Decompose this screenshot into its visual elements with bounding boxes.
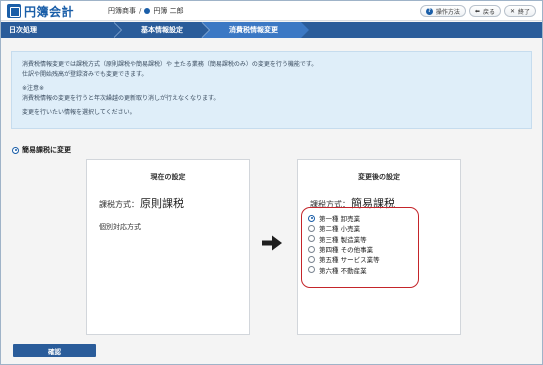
change-option-simplified[interactable]: 簡易課税に変更	[12, 145, 71, 155]
tax-method-value: 原則課税	[140, 197, 184, 210]
business-type-option[interactable]: 第三種 製造業等	[308, 234, 418, 244]
step-basic-settings[interactable]: 基本情報設定	[113, 22, 210, 38]
info-message-box: 消費税情報変更では課税方式（原則課税や簡易課税）や 主たる業務（簡易課税のみ）の…	[11, 51, 532, 129]
change-option-label: 簡易課税に変更	[22, 146, 71, 154]
step-chevron	[301, 22, 309, 38]
radio-button[interactable]	[308, 245, 315, 253]
step-navigation: 日次処理 基本情報設定 消費税情報変更	[1, 22, 542, 38]
step-consumption-tax-change: 消費税情報変更	[201, 22, 309, 38]
back-button-label: 戻る	[482, 8, 495, 16]
breadcrumb: 円簿商事 / 円簿 二郎	[108, 6, 184, 16]
info-line: 変更を行いたい情報を選択してください。	[22, 109, 136, 116]
option-label: 第五種 サービス業等	[319, 256, 380, 265]
back-button[interactable]: ⬅ 戻る	[468, 5, 501, 17]
option-label: 第四種 その他事業	[319, 246, 374, 255]
radio-button[interactable]	[308, 266, 315, 274]
step-chevron	[201, 22, 209, 38]
user-icon	[144, 8, 151, 14]
business-type-option[interactable]: 第五種 サービス業等	[308, 254, 418, 264]
exit-button[interactable]: ✕ 終了	[503, 5, 536, 17]
panel-title: 変更後の設定	[358, 173, 400, 181]
business-type-options: 第一種 卸売業 第二種 小売業 第三種 製造業等 第四種 その他事業 第五種 サ…	[301, 207, 419, 288]
close-icon: ✕	[509, 7, 515, 15]
step-chevron	[113, 22, 121, 38]
info-line: 消費税情報の変更を行うと年次繰越の更新取り消しが行えなくなります。	[22, 94, 220, 102]
step-daily-processing[interactable]: 日次処理	[1, 22, 122, 38]
business-type-option[interactable]: 第四種 その他事業	[308, 244, 418, 254]
app-logo: 円簿会計	[7, 4, 75, 19]
step-label: 消費税情報変更	[229, 26, 278, 34]
business-type-option[interactable]: 第六種 不動産業	[308, 264, 418, 275]
radio-button-selected[interactable]	[308, 214, 315, 222]
radio-button[interactable]	[308, 255, 315, 263]
info-line: 消費税情報変更では課税方式（原則課税や簡易課税）や 主たる業務（簡易課税のみ）の…	[22, 61, 318, 68]
radio-button[interactable]	[308, 224, 315, 232]
option-label: 第六種 不動産業	[319, 266, 367, 275]
help-button[interactable]: ? 操作方法	[419, 5, 466, 17]
business-type-option[interactable]: 第一種 卸売業	[308, 213, 418, 223]
info-warning-heading: ※注意※	[22, 85, 45, 92]
back-arrow-icon: ⬅	[474, 7, 480, 15]
current-settings-panel: 現在の設定 課税方式： 原則課税 個別対応方式	[86, 159, 250, 335]
business-type-option[interactable]: 第二種 小売業	[308, 223, 418, 233]
app-window: 円簿会計 円簿商事 / 円簿 二郎 ? 操作方法 ⬅ 戻る ✕ 終了 日次処理	[0, 0, 543, 365]
info-line: 仕訳や開始残高が登録済みでも変更できます。	[22, 70, 148, 78]
panel-title: 現在の設定	[150, 173, 186, 181]
current-tax-method: 課税方式： 原則課税	[99, 195, 184, 211]
logo-text: 円簿会計	[24, 4, 75, 19]
option-label: 第一種 卸売業	[319, 215, 361, 224]
tax-method-label: 課税方式：	[99, 200, 139, 209]
logo-icon	[7, 4, 21, 18]
confirm-button[interactable]: 確認	[13, 344, 96, 357]
breadcrumb-office: 円簿商事	[108, 7, 136, 15]
deduction-method: 個別対応方式	[99, 223, 141, 231]
breadcrumb-user: 円簿 二郎	[153, 7, 184, 15]
option-label: 第三種 製造業等	[319, 235, 367, 244]
help-button-label: 操作方法	[435, 8, 460, 16]
radio-button[interactable]	[308, 235, 315, 243]
step-label: 日次処理	[9, 26, 37, 34]
breadcrumb-separator: /	[139, 7, 142, 15]
help-icon: ?	[425, 7, 433, 15]
step-label: 基本情報設定	[141, 26, 183, 34]
top-button-group: ? 操作方法 ⬅ 戻る ✕ 終了	[419, 5, 536, 17]
top-header: 円簿会計 円簿商事 / 円簿 二郎 ? 操作方法 ⬅ 戻る ✕ 終了	[1, 1, 542, 21]
option-label: 第二種 小売業	[319, 225, 361, 234]
right-arrow-icon	[262, 235, 282, 251]
exit-button-label: 終了	[517, 8, 530, 16]
radio-selected-icon	[12, 146, 19, 154]
